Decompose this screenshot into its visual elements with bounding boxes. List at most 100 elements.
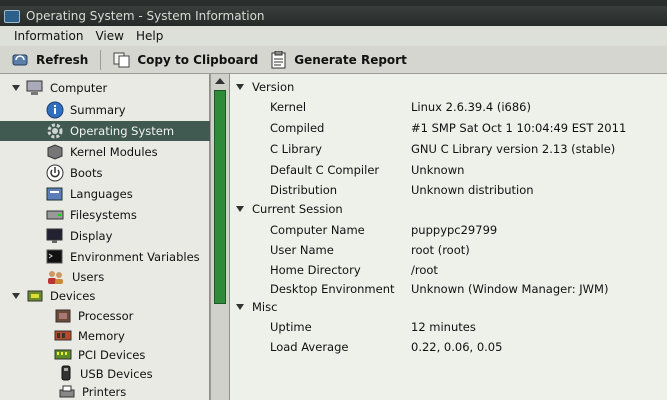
sidebar-item-processor[interactable]: Processor (0, 306, 210, 326)
terminal-icon (46, 249, 63, 264)
sidebar-item-computer[interactable]: Computer (0, 78, 210, 98)
detail-value: 12 minutes (411, 320, 476, 334)
detail-key: User Name (270, 243, 334, 257)
refresh-icon (12, 54, 28, 65)
copy-icon (113, 52, 130, 67)
detail-value: Unknown (Window Manager: JWM) (411, 282, 609, 296)
sidebar-item-label: Display (70, 229, 113, 243)
detail-key: Load Average (270, 340, 349, 354)
detail-value: Linux 2.6.39.4 (i686) (411, 100, 531, 114)
detail-key: Uptime (270, 320, 312, 334)
detail-value: #1 SMP Sat Oct 1 10:04:49 EST 2011 (411, 121, 627, 135)
module-icon (47, 144, 63, 160)
section-header[interactable]: Misc (230, 300, 277, 314)
detail-key: C Library (270, 142, 322, 156)
report-label: Generate Report (294, 52, 407, 67)
chip-icon (27, 290, 43, 302)
power-icon (46, 164, 64, 182)
sidebar-item-label: Memory (78, 329, 125, 343)
sidebar-item-display[interactable]: Display (0, 226, 210, 246)
detail-key: Compiled (270, 121, 325, 135)
window-title: Operating System - System Information (26, 9, 265, 23)
details-panel: Version Kernel Linux 2.6.39.4 (i686) Com… (230, 74, 667, 400)
detail-key: Distribution (270, 183, 338, 197)
section-header[interactable]: Version (230, 80, 294, 94)
copy-to-clipboard-button[interactable]: Copy to Clipboard (113, 52, 258, 68)
menu-help[interactable]: Help (136, 29, 163, 43)
gear-icon (47, 123, 63, 139)
app-icon (4, 9, 20, 23)
refresh-label: Refresh (36, 52, 89, 67)
toolbar: Refresh Copy to Clipboard Generate Repor… (0, 46, 667, 74)
toolbar-separator (100, 49, 102, 70)
detail-key: Computer Name (270, 223, 365, 237)
sidebar-item-label: Devices (50, 289, 96, 303)
sidebar-item-boots[interactable]: Boots (0, 163, 210, 183)
sidebar-item-label: Environment Variables (70, 250, 200, 264)
detail-key: Kernel (270, 100, 307, 114)
detail-value: Unknown (411, 163, 465, 177)
detail-key: Desktop Environment (270, 282, 395, 296)
computer-icon (26, 80, 43, 95)
sidebar-item-pci-devices[interactable]: PCI Devices (0, 345, 210, 365)
printer-icon (59, 385, 75, 398)
sidebar-item-label: Filesystems (70, 208, 137, 222)
detail-value: /root (411, 263, 438, 277)
sidebar-tree: Computer Summary Operating System Kernel… (0, 74, 210, 400)
sidebar-item-label: Users (72, 270, 105, 284)
section-title: Misc (252, 300, 278, 314)
expander-icon[interactable] (12, 85, 20, 91)
sidebar-item-label: Operating System (70, 124, 175, 138)
sidebar-item-label: USB Devices (80, 367, 153, 381)
info-icon (46, 101, 64, 119)
scrollbar-thumb[interactable] (214, 90, 226, 304)
sidebar-item-usb-devices[interactable]: USB Devices (0, 364, 210, 384)
memory-icon (54, 330, 72, 341)
sidebar-scrollbar[interactable] (210, 74, 230, 400)
processor-icon (55, 309, 71, 323)
detail-key: Default C Compiler (270, 163, 380, 177)
usb-icon (61, 365, 71, 381)
sidebar-item-kernel-modules[interactable]: Kernel Modules (0, 142, 210, 162)
detail-value: Unknown distribution (411, 183, 534, 197)
expander-icon[interactable] (236, 304, 244, 310)
monitor-icon (46, 228, 63, 243)
detail-value: puppypc29799 (411, 223, 498, 237)
sidebar-item-label: Boots (70, 166, 103, 180)
expander-icon[interactable] (236, 206, 244, 212)
sidebar-item-label: Kernel Modules (70, 145, 158, 159)
users-icon (48, 271, 63, 284)
window-titlebar[interactable]: Operating System - System Information (0, 6, 667, 26)
sidebar-item-operating-system[interactable]: Operating System (0, 121, 210, 141)
pci-card-icon (54, 349, 72, 360)
sidebar-item-label: Languages (70, 187, 133, 201)
expander-icon[interactable] (236, 84, 244, 90)
report-icon (271, 50, 286, 68)
sidebar-item-filesystems[interactable]: Filesystems (0, 205, 210, 225)
section-title: Current Session (252, 202, 343, 216)
detail-value: GNU C Library version 2.13 (stable) (411, 142, 616, 156)
sidebar-item-printers[interactable]: Printers (0, 382, 210, 400)
section-header[interactable]: Current Session (230, 202, 343, 216)
sidebar-item-label: Summary (70, 103, 126, 117)
generate-report-button[interactable]: Generate Report (270, 50, 407, 69)
sidebar-item-languages[interactable]: Languages (0, 184, 210, 204)
sidebar-item-label: Printers (82, 385, 127, 399)
sidebar-item-label: PCI Devices (78, 348, 146, 362)
sidebar-item-devices[interactable]: Devices (0, 286, 210, 306)
copy-label: Copy to Clipboard (137, 52, 259, 67)
refresh-button[interactable]: Refresh (12, 52, 88, 68)
expander-icon[interactable] (12, 293, 20, 299)
sidebar-item-summary[interactable]: Summary (0, 100, 210, 120)
menu-view[interactable]: View (95, 29, 123, 43)
sidebar-item-memory[interactable]: Memory (0, 326, 210, 346)
detail-value: 0.22, 0.06, 0.05 (411, 340, 503, 354)
sidebar-item-users[interactable]: Users (0, 267, 210, 287)
scroll-up-arrow-icon[interactable] (215, 78, 225, 84)
sidebar-item-environment-variables[interactable]: Environment Variables (0, 247, 210, 267)
sidebar-item-label: Processor (78, 309, 134, 323)
menubar: Information View Help (0, 26, 667, 46)
sidebar-item-label: Computer (50, 81, 108, 95)
menu-information[interactable]: Information (14, 29, 83, 43)
detail-key: Home Directory (270, 263, 361, 277)
